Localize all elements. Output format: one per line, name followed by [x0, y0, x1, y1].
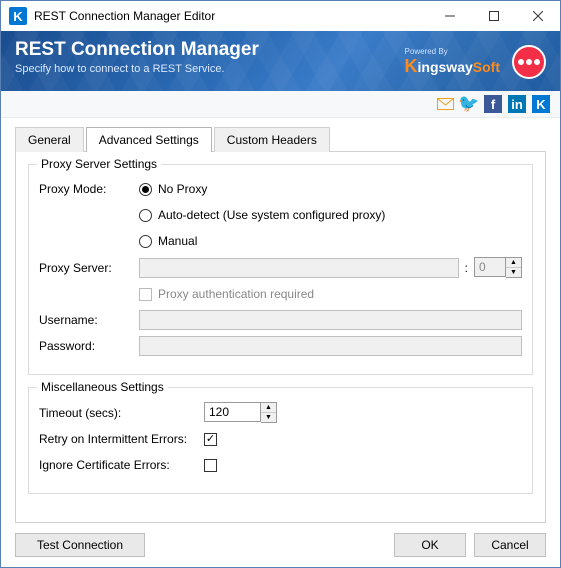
proxy-port-spinner[interactable]: ▲ ▼: [474, 257, 522, 278]
banner-brand: Powered By KingswaySoft: [405, 47, 500, 77]
twitter-icon[interactable]: 🐦: [460, 95, 478, 113]
proxy-server-input[interactable]: [139, 258, 459, 278]
minimize-button[interactable]: [428, 1, 472, 31]
radio-dot-icon: [139, 183, 152, 196]
window-controls: [428, 1, 560, 31]
tab-custom-headers[interactable]: Custom Headers: [214, 127, 330, 152]
username-label: Username:: [39, 313, 139, 327]
tab-advanced-settings[interactable]: Advanced Settings: [86, 127, 212, 152]
username-input[interactable]: [139, 310, 522, 330]
spinner-down-icon[interactable]: ▼: [261, 413, 276, 422]
kingsway-icon[interactable]: K: [532, 95, 550, 113]
radio-manual[interactable]: Manual: [139, 234, 197, 248]
timeout-label: Timeout (secs):: [39, 406, 204, 420]
fieldset-misc: Miscellaneous Settings Timeout (secs): ▲…: [28, 387, 533, 494]
cancel-button[interactable]: Cancel: [474, 533, 546, 557]
maximize-button[interactable]: [472, 1, 516, 31]
misc-legend: Miscellaneous Settings: [37, 380, 168, 394]
twilio-icon: [512, 45, 546, 79]
titlebar: K REST Connection Manager Editor: [1, 1, 560, 31]
linkedin-icon[interactable]: in: [508, 95, 526, 113]
mail-icon[interactable]: [436, 95, 454, 113]
retry-label: Retry on Intermittent Errors:: [39, 432, 204, 446]
radio-dot-icon: [139, 235, 152, 248]
radio-label: No Proxy: [158, 182, 207, 196]
radio-dot-icon: [139, 209, 152, 222]
checkbox-retry[interactable]: ✓: [204, 433, 217, 446]
facebook-icon[interactable]: f: [484, 95, 502, 113]
checkbox-ignore-cert[interactable]: [204, 459, 217, 472]
ignore-cert-label: Ignore Certificate Errors:: [39, 458, 204, 472]
checkbox-proxy-auth[interactable]: [139, 288, 152, 301]
radio-label: Manual: [158, 234, 197, 248]
ok-button[interactable]: OK: [394, 533, 466, 557]
radio-auto-detect[interactable]: Auto-detect (Use system configured proxy…: [139, 208, 385, 222]
brand-name: KingswaySoft: [405, 56, 500, 77]
spinner-up-icon[interactable]: ▲: [261, 403, 276, 413]
timeout-input[interactable]: [204, 402, 261, 422]
social-links-row: 🐦 f in K: [1, 91, 560, 118]
proxy-legend: Proxy Server Settings: [37, 157, 161, 171]
proxy-port-separator: :: [465, 261, 468, 275]
proxy-mode-label: Proxy Mode:: [39, 182, 139, 196]
tab-panel-advanced: Proxy Server Settings Proxy Mode: No Pro…: [15, 151, 546, 523]
proxy-server-label: Proxy Server:: [39, 261, 139, 275]
test-connection-button[interactable]: Test Connection: [15, 533, 145, 557]
password-label: Password:: [39, 339, 139, 353]
footer: Test Connection OK Cancel: [1, 523, 560, 567]
spinner-up-icon[interactable]: ▲: [506, 258, 521, 268]
window-title: REST Connection Manager Editor: [34, 9, 428, 23]
tab-general[interactable]: General: [15, 127, 84, 152]
fieldset-proxy: Proxy Server Settings Proxy Mode: No Pro…: [28, 164, 533, 375]
timeout-spinner[interactable]: ▲ ▼: [204, 402, 277, 423]
header-banner: REST Connection Manager Specify how to c…: [1, 31, 560, 91]
spinner-buttons: ▲ ▼: [506, 257, 522, 278]
radio-label: Auto-detect (Use system configured proxy…: [158, 208, 385, 222]
app-icon: K: [9, 7, 27, 25]
password-input[interactable]: [139, 336, 522, 356]
radio-no-proxy[interactable]: No Proxy: [139, 182, 207, 196]
close-button[interactable]: [516, 1, 560, 31]
window: K REST Connection Manager Editor REST Co…: [0, 0, 561, 568]
tab-strip: General Advanced Settings Custom Headers: [15, 126, 546, 151]
spinner-down-icon[interactable]: ▼: [506, 268, 521, 277]
spinner-buttons: ▲ ▼: [261, 402, 277, 423]
proxy-auth-label: Proxy authentication required: [158, 287, 314, 301]
powered-by-label: Powered By: [405, 47, 500, 56]
proxy-port-input[interactable]: [474, 257, 506, 277]
